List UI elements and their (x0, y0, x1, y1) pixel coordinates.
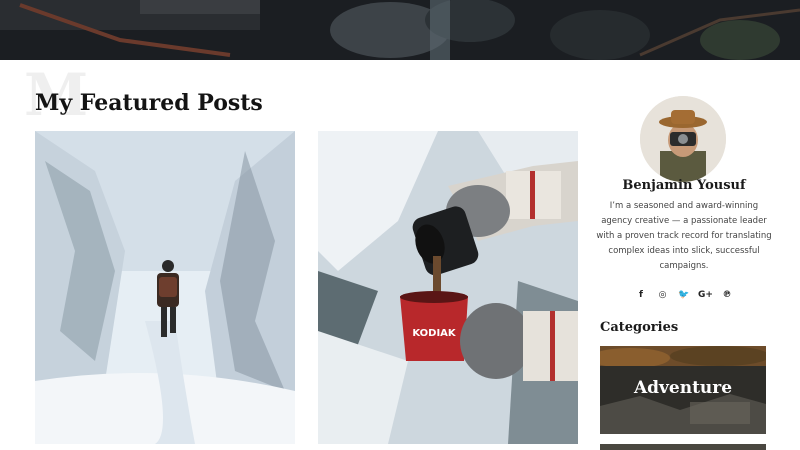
mug-brand-text: KODIAK (412, 328, 457, 339)
google-plus-icon[interactable]: G+ (698, 288, 713, 302)
category-card-adventure[interactable]: Adventure (600, 346, 766, 434)
pinterest-icon[interactable]: ℗ (720, 288, 734, 302)
twitter-icon[interactable]: 🐦 (677, 288, 691, 302)
instagram-icon[interactable]: ◎ (656, 288, 670, 302)
categories-heading: Categories (600, 320, 679, 335)
post-image-hiker[interactable] (35, 131, 295, 444)
author-bio: I’m a seasoned and award-winning agency … (596, 201, 772, 271)
featured-post-card[interactable]: KODIAK (318, 131, 578, 444)
featured-heading: M My Featured Posts (24, 66, 284, 130)
avatar[interactable] (640, 96, 726, 182)
category-card-next[interactable] (600, 444, 766, 450)
post-image-coffee[interactable]: KODIAK (318, 131, 578, 444)
social-links: f ◎ 🐦 G+ ℗ (634, 288, 734, 302)
featured-post-card[interactable] (35, 131, 295, 444)
hero-image (0, 0, 800, 60)
facebook-icon[interactable]: f (634, 288, 648, 302)
category-label: Adventure (633, 378, 733, 398)
page-title: My Featured Posts (35, 90, 263, 116)
author-name: Benjamin Yousuf (622, 178, 746, 193)
